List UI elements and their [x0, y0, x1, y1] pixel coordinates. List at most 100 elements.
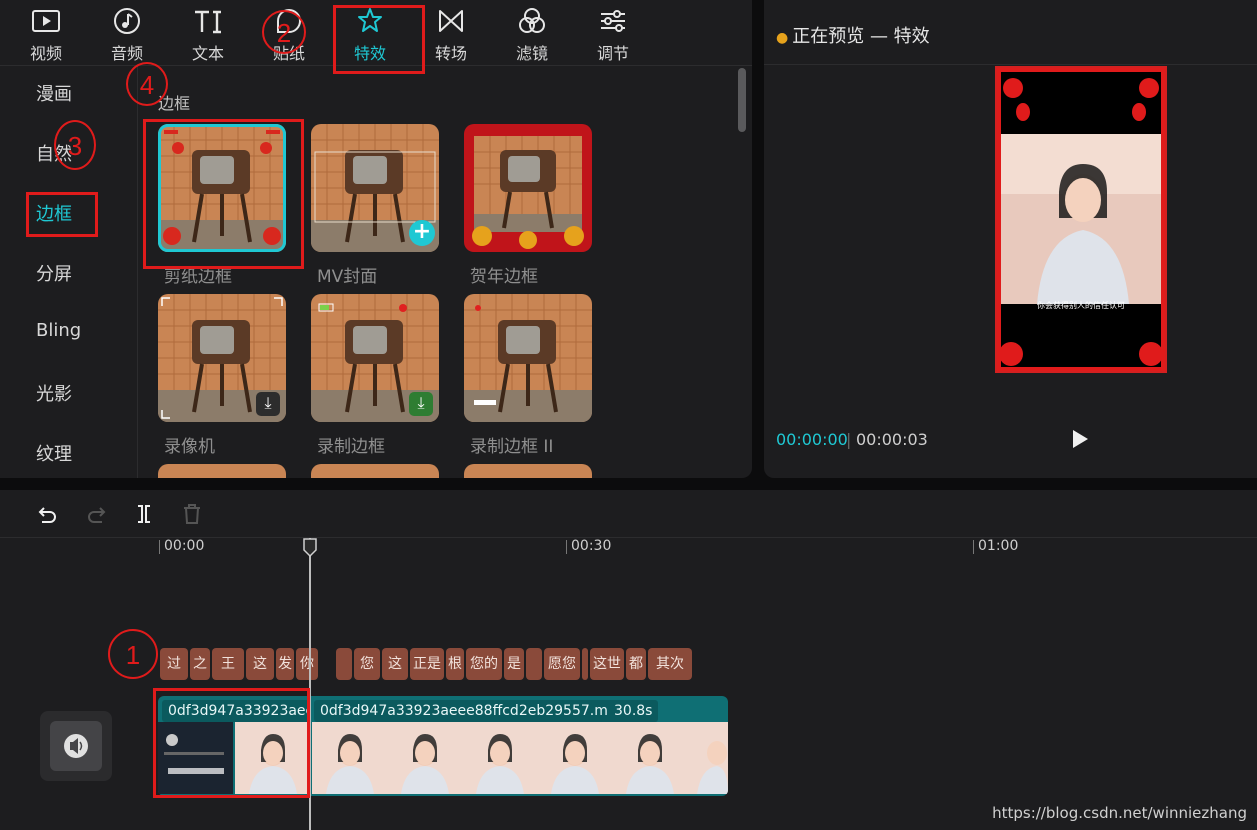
subtitle-clip[interactable] — [526, 648, 542, 680]
filter-icon — [519, 8, 545, 33]
sidebar-item-light[interactable]: 光影 — [36, 380, 72, 406]
sidebar-item-texture[interactable]: 纹理 — [36, 440, 72, 466]
effect-card-partial[interactable] — [311, 464, 439, 478]
add-effect-button[interactable]: + — [409, 220, 435, 246]
sidebar-item-comic[interactable]: 漫画 — [36, 80, 72, 106]
effect-card-partial[interactable] — [158, 464, 286, 478]
tab-video-label: 视频 — [29, 44, 62, 63]
adjust-icon — [601, 10, 625, 32]
watermark: https://blog.csdn.net/winniezhang — [992, 804, 1247, 822]
ruler-tick — [973, 540, 974, 554]
preview-canvas[interactable]: 你会获得别人的信任认可 — [995, 66, 1167, 373]
ruler-tick — [566, 540, 567, 554]
effect-card-record-border[interactable]: ⤓ — [311, 294, 439, 422]
tab-audio[interactable]: 音频 — [91, 4, 163, 64]
effect-name-new-year-border: 贺年边框 — [470, 267, 538, 287]
ruler-label-0: 00:00 — [164, 538, 205, 554]
delete-button[interactable] — [180, 502, 204, 526]
clip-duration: 30.8s — [608, 700, 659, 722]
download-icon[interactable]: ⤓ — [409, 392, 433, 416]
status-dot-icon: ● — [776, 30, 789, 46]
effect-card-new-year-border[interactable] — [464, 124, 592, 252]
tab-video[interactable]: 视频 — [10, 4, 82, 64]
clip-name: 0df3d947a33923aeee88ffcd2eb29557.mp4 — [314, 700, 632, 722]
redo-button[interactable] — [84, 502, 108, 526]
tab-text[interactable]: 文本 — [172, 4, 244, 64]
subtitle-clip[interactable]: 这 — [246, 648, 274, 680]
tab-filter-label: 滤镜 — [515, 44, 548, 63]
subtitle-clip[interactable]: 正是 — [410, 648, 444, 680]
tab-adjust[interactable]: 调节 — [577, 4, 649, 64]
subtitle-clip[interactable]: 根 — [446, 648, 464, 680]
sidebar-item-split-screen[interactable]: 分屏 — [36, 260, 72, 286]
annotation-step-2: 2 — [262, 10, 306, 54]
playhead-handle[interactable] — [302, 538, 318, 558]
preview-panel: ● 正在预览 — 特效 你会获得别人的信任认可 00:00:00 | 00:00:… — [764, 0, 1257, 478]
text-icon — [195, 10, 221, 34]
video-icon — [32, 10, 60, 32]
effect-name-mv-cover: MV封面 — [317, 267, 378, 287]
clip-thumbnail — [312, 722, 387, 794]
transition-icon — [439, 10, 463, 32]
subtitle-clip[interactable]: 王 — [212, 648, 244, 680]
subtitle-clip[interactable]: 您的 — [466, 648, 502, 680]
split-button[interactable] — [132, 502, 156, 526]
annotation-step-4: 4 — [126, 62, 168, 106]
subtitle-clip[interactable]: 这 — [382, 648, 408, 680]
gallery-scrollbar[interactable] — [738, 68, 746, 132]
annotation-step-1: 1 — [108, 629, 158, 679]
preview-title-text: 正在预览 — 特效 — [792, 26, 930, 47]
subtitle-clip[interactable]: 你 — [296, 648, 318, 680]
divider — [764, 64, 1257, 65]
subtitle-clip[interactable]: 这世 — [590, 648, 624, 680]
record-border-ii-thumbnail — [464, 294, 592, 422]
tab-transition-label: 转场 — [434, 44, 467, 63]
subtitle-clip[interactable]: 发 — [276, 648, 294, 680]
effect-name-record-border-ii: 录制边框 II — [470, 437, 554, 457]
clip-thumbnail — [387, 722, 462, 794]
clip-thumbnail — [612, 722, 687, 794]
timeline-toolbar — [0, 490, 1257, 538]
speaker-icon — [50, 721, 102, 771]
annotation-box-border-category — [26, 192, 98, 237]
preview-frame-image — [997, 68, 1165, 371]
ruler-label-30: 00:30 — [571, 538, 612, 554]
effect-card-camcorder[interactable]: ⤓ — [158, 294, 286, 422]
clip-thumbnail — [462, 722, 537, 794]
mute-track-button[interactable] — [40, 711, 112, 781]
subtitle-clip[interactable]: 您 — [354, 648, 380, 680]
ruler-tick — [159, 540, 160, 554]
subtitle-clip[interactable]: 愿您 — [544, 648, 580, 680]
annotation-box-video-clip — [153, 688, 310, 798]
subtitle-clip[interactable]: 都 — [626, 648, 646, 680]
subtitle-clip[interactable]: 过 — [160, 648, 188, 680]
effect-name-camcorder: 录像机 — [164, 437, 215, 457]
subtitle-clip[interactable] — [582, 648, 588, 680]
download-icon[interactable]: ⤓ — [256, 392, 280, 416]
new-year-border-thumbnail — [464, 124, 592, 252]
total-time: 00:00:03 — [856, 430, 928, 449]
subtitle-clip[interactable]: 之 — [190, 648, 210, 680]
music-icon — [114, 8, 140, 34]
time-separator: | — [846, 430, 852, 449]
tab-audio-label: 音频 — [110, 44, 143, 63]
subtitle-clip[interactable]: 其次 — [648, 648, 692, 680]
effect-card-partial[interactable] — [464, 464, 592, 478]
sidebar-item-bling[interactable]: Bling — [36, 320, 81, 341]
preview-title: ● 正在预览 — 特效 — [776, 22, 930, 48]
effect-card-mv-cover[interactable]: + — [311, 124, 439, 252]
subtitle-clip[interactable] — [336, 648, 352, 680]
annotation-step-3: 3 — [54, 120, 96, 170]
play-button[interactable] — [1070, 428, 1090, 450]
tab-text-label: 文本 — [191, 44, 224, 63]
subtitle-clip[interactable]: 是 — [504, 648, 524, 680]
current-time: 00:00:00 — [776, 430, 848, 449]
preview-caption: 你会获得别人的信任认可 — [1037, 301, 1125, 310]
tab-adjust-label: 调节 — [596, 44, 629, 63]
effect-card-record-border-ii[interactable] — [464, 294, 592, 422]
tab-transition[interactable]: 转场 — [415, 4, 487, 64]
clip-thumbnail — [537, 722, 612, 794]
undo-button[interactable] — [36, 502, 60, 526]
clip-thumbnail — [687, 722, 728, 794]
tab-filter[interactable]: 滤镜 — [496, 4, 568, 64]
